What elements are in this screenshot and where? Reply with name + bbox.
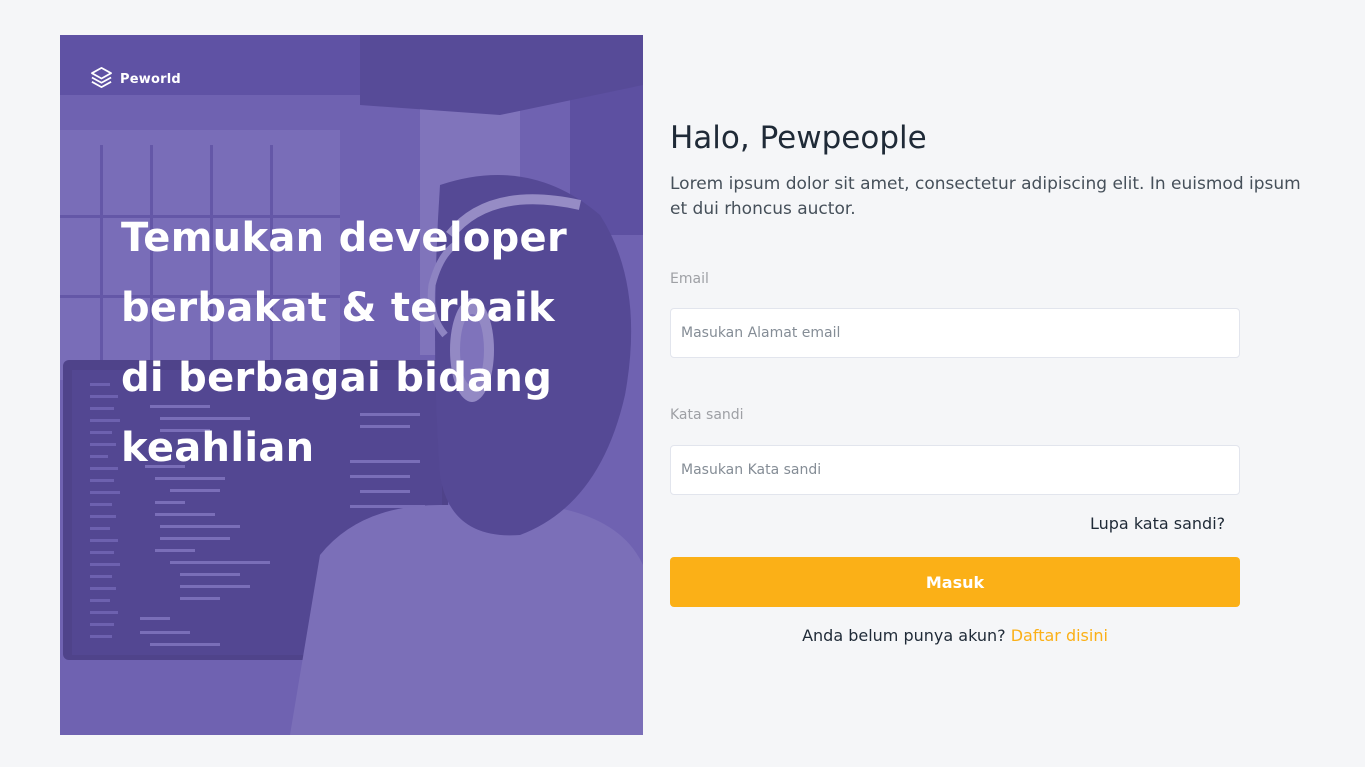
brand-name: Peworld [120, 72, 181, 87]
password-field[interactable] [670, 445, 1240, 495]
hero-headline: Temukan developer berbakat & terbaik di … [121, 203, 601, 483]
page-description: Lorem ipsum dolor sit amet, consectetur … [670, 174, 1301, 219]
hero-panel: Peworld Temukan developer berbakat & ter… [60, 35, 643, 735]
forgot-password-link[interactable]: Lupa kata sandi? [1090, 514, 1225, 533]
register-prompt-text: Anda belum punya akun? [802, 626, 1006, 645]
login-button[interactable]: Masuk [670, 557, 1240, 607]
login-page: Peworld Temukan developer berbakat & ter… [0, 0, 1365, 767]
brand-logo[interactable]: Peworld [90, 66, 181, 93]
password-label: Kata sandi [670, 407, 744, 423]
hero-headline-line: berbakat & terbaik [121, 285, 555, 331]
email-label: Email [670, 271, 709, 287]
hero-headline-line: keahlian [121, 425, 315, 471]
register-prompt: Anda belum punya akun? Daftar disini [670, 626, 1240, 645]
layers-icon [90, 66, 113, 93]
login-form: Halo, Pewpeople Lorem ipsum dolor sit am… [670, 0, 1330, 767]
hero-headline-line: di berbagai bidang [121, 355, 553, 401]
page-title: Halo, Pewpeople [670, 120, 927, 156]
hero-headline-line: Temukan developer [121, 215, 567, 261]
register-link[interactable]: Daftar disini [1011, 626, 1108, 645]
email-field[interactable] [670, 308, 1240, 358]
